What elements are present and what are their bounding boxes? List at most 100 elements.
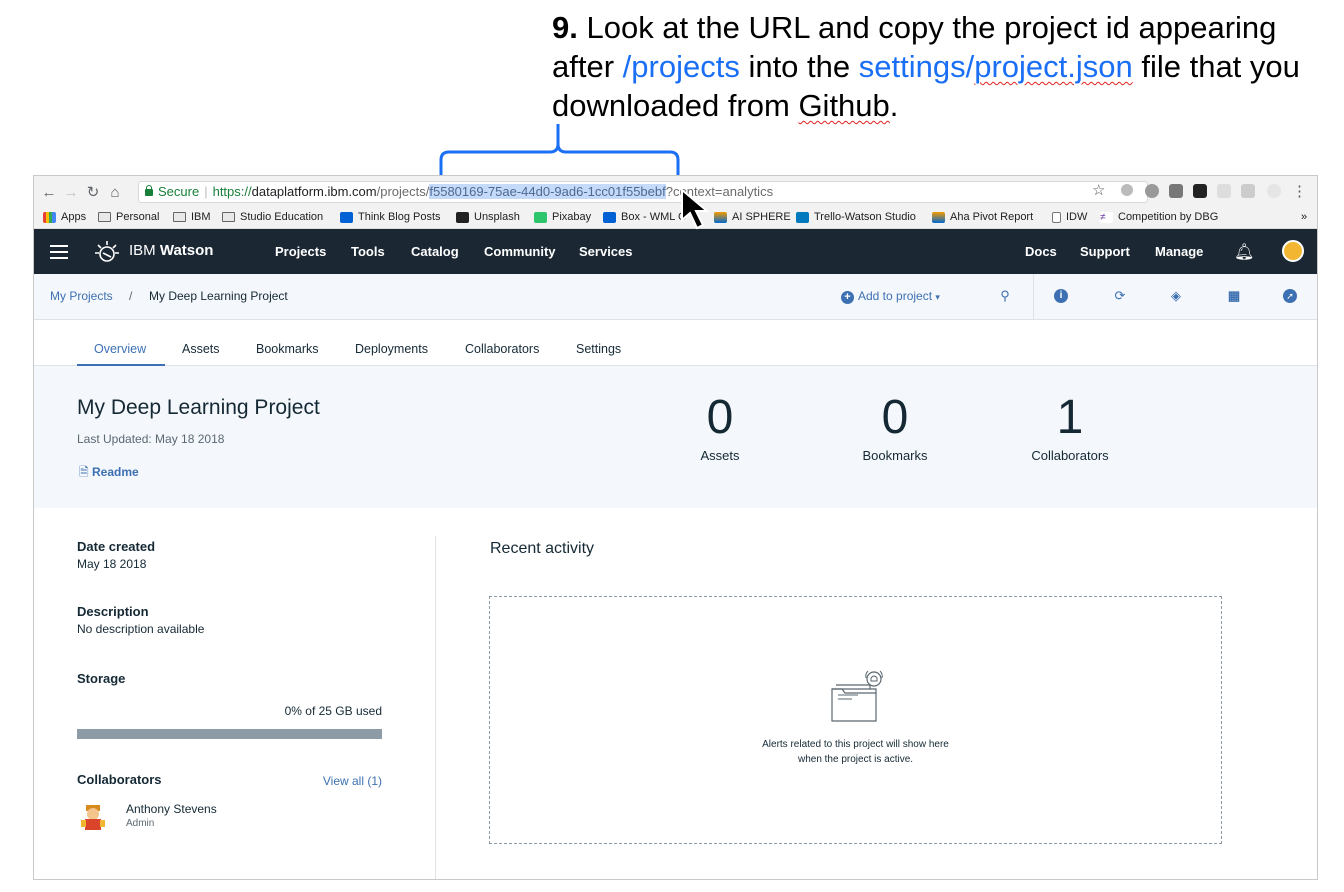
tab-collaborators[interactable]: Collaborators [465, 342, 539, 356]
more-menu-icon[interactable]: ⋮ [1292, 182, 1307, 200]
collaborator-name[interactable]: Anthony Stevens [126, 802, 217, 816]
nav-docs[interactable]: Docs [1025, 244, 1057, 259]
zotero-icon[interactable] [1193, 184, 1207, 198]
nav-projects[interactable]: Projects [275, 244, 326, 259]
nav-tools[interactable]: Tools [351, 244, 385, 259]
nav-community[interactable]: Community [484, 244, 556, 259]
brand-name[interactable]: IBM Watson [129, 242, 213, 259]
project-id-selection[interactable]: f5580169-75ae-44d0-9ad6-1cc01f55bebf [429, 184, 666, 199]
description-label: Description [77, 604, 149, 619]
bookmark-pixabay[interactable]: Pixabay [534, 211, 591, 223]
extension-icon[interactable] [1121, 184, 1133, 196]
recent-activity-title: Recent activity [490, 540, 595, 557]
folder-icon [222, 212, 235, 222]
stat-bookmarks[interactable]: 0 Bookmarks [815, 390, 975, 463]
breadcrumb-current: My Deep Learning Project [149, 289, 288, 303]
reload-icon[interactable]: ↻ [82, 183, 104, 201]
chevron-down-icon: ▾ [935, 292, 940, 302]
home-icon[interactable]: ⌂ [104, 184, 126, 201]
bookmark-aha-pivot-report[interactable]: Aha Pivot Report [932, 211, 1033, 223]
hamburger-menu-icon[interactable] [50, 245, 68, 259]
collaborators-label: Collaborators [77, 772, 162, 787]
extension-icon[interactable] [1217, 184, 1231, 198]
toolbar-divider [1033, 274, 1034, 320]
bookmark-box-wml[interactable]: Box - WML O [603, 211, 687, 223]
dbg-icon: ≠ [1100, 211, 1113, 223]
tab-deployments[interactable]: Deployments [355, 342, 428, 356]
folder-icon [173, 212, 186, 222]
description-value: No description available [77, 622, 205, 636]
storage-label: Storage [77, 671, 126, 686]
user-avatar[interactable] [1282, 240, 1304, 262]
add-to-project-button[interactable]: + Add to project ▾ [841, 289, 940, 304]
bookmark-personal[interactable]: Personal [98, 211, 159, 223]
folder-icon [98, 212, 111, 222]
extension-icon[interactable] [1145, 184, 1159, 198]
empty-folder-alert-icon [831, 670, 883, 722]
browser-window: ← → ↻ ⌂ Secure | https://dataplatform.ibm.… [33, 175, 1318, 880]
bookmark-ai-sphere[interactable]: AI SPHERE [714, 211, 791, 223]
search-history-icon[interactable]: ⟳ [1112, 288, 1128, 304]
nav-support[interactable]: Support [1080, 244, 1130, 259]
projects-path-highlight: /projects [622, 49, 740, 84]
camera-icon [456, 211, 469, 223]
breadcrumb: My Projects / My Deep Learning Project +… [34, 274, 1317, 320]
instruction-text: 9. Look at the URL and copy the project … [552, 10, 1300, 123]
tab-overview[interactable]: Overview [94, 342, 146, 356]
bookmark-think-blog-posts[interactable]: Think Blog Posts [340, 211, 441, 223]
date-created-value: May 18 2018 [77, 557, 147, 571]
address-bar[interactable]: Secure | https://dataplatform.ibm.com/proj… [138, 181, 1148, 203]
browser-toolbar: ← → ↻ ⌂ Secure | https://dataplatform.ibm.… [34, 176, 1317, 208]
date-created-label: Date created [77, 539, 156, 554]
nav-catalog[interactable]: Catalog [411, 244, 459, 259]
nav-manage[interactable]: Manage [1155, 244, 1203, 259]
storage-progress-bar [77, 729, 382, 739]
back-arrow-icon[interactable]: ← [38, 184, 60, 201]
forward-arrow-icon[interactable]: → [60, 184, 82, 201]
project-details: Date created May 18 2018 Description No … [77, 539, 382, 686]
extension-icon[interactable] [1267, 184, 1281, 198]
lock-icon [145, 185, 153, 196]
grid-apps-icon[interactable]: ▦ [1226, 288, 1242, 304]
chat-icon[interactable]: ◈ [1168, 288, 1184, 304]
bookmark-apps[interactable]: Apps [43, 211, 86, 223]
bookmarks-bar: Apps Personal IBM Studio Education Think… [34, 208, 1317, 229]
watson-logo-icon [95, 241, 119, 262]
tab-bar: Overview Assets Bookmarks Deployments Co… [34, 321, 1317, 366]
bookmark-star-icon[interactable]: ☆ [1092, 181, 1105, 199]
compass-icon[interactable]: ➚ [1283, 289, 1297, 303]
info-icon[interactable]: i [1054, 289, 1068, 303]
readme-link[interactable]: 🗎︎ Readme [79, 463, 139, 484]
view-all-collaborators-link[interactable]: View all (1) [282, 774, 382, 788]
collaborator-role: Admin [126, 818, 155, 829]
box-icon [340, 211, 353, 223]
bookmark-trello-watson-studio[interactable]: Trello-Watson Studio [796, 211, 916, 223]
tab-assets[interactable]: Assets [182, 342, 220, 356]
apps-grid-icon [43, 211, 56, 223]
last-updated: Last Updated: May 18 2018 [77, 432, 225, 446]
tab-bookmarks[interactable]: Bookmarks [256, 342, 319, 356]
add-collaborator-icon[interactable]: ⚲ [997, 288, 1013, 304]
pixabay-icon [534, 211, 547, 223]
bookmark-unsplash[interactable]: Unsplash [456, 211, 520, 223]
notification-bell-icon[interactable]: 🔔︎ [1234, 242, 1254, 262]
bookmark-ibm[interactable]: IBM [173, 211, 211, 223]
storage-usage-text: 0% of 25 GB used [284, 704, 382, 718]
trello-icon [796, 211, 809, 223]
recent-activity-empty-state: Alerts related to this project will show… [489, 596, 1222, 844]
tab-settings[interactable]: Settings [576, 342, 621, 356]
document-icon: 🗎︎ [79, 465, 89, 479]
bookmark-competition-by-dbg[interactable]: ≠ Competition by DBG [1100, 211, 1218, 223]
extension-icon[interactable] [1241, 184, 1255, 198]
bookmark-studio-education[interactable]: Studio Education [222, 211, 323, 223]
collaborator-avatar [81, 805, 105, 830]
plus-icon: + [841, 291, 854, 304]
breadcrumb-my-projects[interactable]: My Projects [50, 289, 113, 303]
bookmark-idw[interactable]: IDW [1052, 211, 1087, 223]
stat-collaborators[interactable]: 1 Collaborators [990, 390, 1150, 463]
bookmarks-overflow[interactable]: » [1301, 211, 1307, 223]
stat-assets[interactable]: 0 Assets [640, 390, 800, 463]
aha-icon [932, 211, 945, 223]
nav-services[interactable]: Services [579, 244, 633, 259]
extension-icon[interactable] [1169, 184, 1183, 198]
